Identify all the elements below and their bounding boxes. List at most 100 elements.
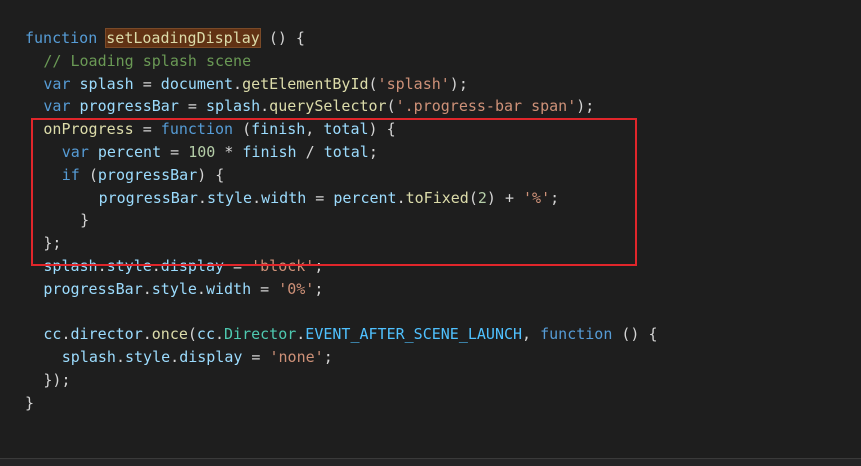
function-name: onProgress <box>43 120 134 139</box>
punctuation: () { <box>259 29 305 47</box>
code-line: // Loading splash scene <box>25 50 658 73</box>
punctuation: ); <box>576 97 595 116</box>
punctuation: . <box>197 188 207 207</box>
function-name-highlighted: setLoadingDisplay <box>105 28 261 48</box>
punctuation: . <box>260 97 270 116</box>
punctuation: } <box>80 211 90 230</box>
parameter: total <box>323 120 369 139</box>
operator: = <box>224 256 252 275</box>
identifier: splash <box>79 74 134 93</box>
punctuation: ; <box>368 142 378 161</box>
operator: = <box>133 74 161 93</box>
identifier: style <box>206 188 253 207</box>
code-line: var percent = 100 * finish / total; <box>25 141 658 164</box>
method-name: getElementById <box>242 74 369 93</box>
identifier: document <box>160 74 234 93</box>
punctuation: ( <box>233 120 252 139</box>
punctuation: ; <box>314 279 324 298</box>
punctuation: } <box>25 393 35 412</box>
identifier: display <box>160 256 225 275</box>
identifier: style <box>125 348 171 367</box>
string: 'none' <box>269 348 324 367</box>
keyword: function <box>540 325 613 344</box>
punctuation: ( <box>386 97 396 116</box>
constant: EVENT_AFTER_SCENE_LAUNCH <box>305 325 523 344</box>
operator: / <box>296 142 324 161</box>
punctuation: . <box>252 188 262 207</box>
punctuation: . <box>170 348 180 367</box>
punctuation: . <box>97 256 107 275</box>
code-line: if (progressBar) { <box>25 164 658 187</box>
identifier: splash <box>205 97 261 116</box>
punctuation: ( <box>468 188 478 207</box>
punctuation: ; <box>323 348 333 367</box>
code-line: progressBar.style.width = '0%'; <box>25 278 658 301</box>
operator: ) + <box>486 188 524 207</box>
identifier: progressBar <box>98 188 198 207</box>
identifier: splash <box>43 256 98 275</box>
identifier: director <box>70 325 143 344</box>
punctuation: ); <box>449 74 468 93</box>
code-line: cc.director.once(cc.Director.EVENT_AFTER… <box>25 323 658 346</box>
code-line: } <box>25 209 658 232</box>
string: '0%' <box>278 279 315 298</box>
identifier: cc <box>43 325 62 344</box>
bottom-panel-edge <box>0 459 861 466</box>
punctuation: ; <box>550 188 560 207</box>
comment: // Loading splash scene <box>43 51 252 70</box>
punctuation: . <box>233 74 243 93</box>
string: 'splash' <box>377 74 450 93</box>
identifier: percent <box>333 188 397 207</box>
punctuation: , <box>522 325 541 344</box>
code-line: } <box>25 392 658 415</box>
code-line: splash.style.display = 'block'; <box>25 255 658 278</box>
code-editor[interactable]: function setLoadingDisplay () { // Loadi… <box>0 0 861 466</box>
keyword: var <box>61 142 89 161</box>
code-line: }); <box>25 369 658 392</box>
identifier: finish <box>242 142 297 161</box>
code-block[interactable]: function setLoadingDisplay () { // Loadi… <box>25 27 658 415</box>
identifier: splash <box>61 348 116 367</box>
string: '.progress-bar span' <box>395 97 577 116</box>
punctuation: . <box>396 188 406 207</box>
identifier: display <box>179 348 243 367</box>
keyword: var <box>43 74 71 93</box>
keyword: function <box>25 29 98 47</box>
punctuation: ) { <box>197 165 225 184</box>
identifier: cc <box>196 325 215 344</box>
operator: = <box>251 279 279 298</box>
identifier: style <box>106 256 152 275</box>
identifier: progressBar <box>43 279 143 298</box>
punctuation: . <box>142 325 152 344</box>
punctuation: . <box>115 348 125 367</box>
punctuation: . <box>151 256 161 275</box>
punctuation: }); <box>43 370 71 389</box>
punctuation: . <box>296 325 306 344</box>
punctuation: ) { <box>368 120 396 139</box>
punctuation: () { <box>612 325 658 344</box>
parameter: finish <box>251 120 306 139</box>
identifier: total <box>323 142 369 161</box>
identifier: width <box>205 279 252 298</box>
punctuation: ; <box>314 256 324 275</box>
keyword: if <box>61 165 80 184</box>
punctuation: . <box>196 279 206 298</box>
operator: = <box>133 120 161 139</box>
punctuation: , <box>305 120 324 139</box>
identifier: width <box>261 188 307 207</box>
punctuation: . <box>214 325 225 344</box>
operator: * <box>215 142 243 161</box>
operator: = <box>178 97 206 116</box>
operator: = <box>161 142 189 161</box>
string: 'block' <box>251 256 315 275</box>
number: 2 <box>477 188 487 207</box>
punctuation: }; <box>43 234 62 253</box>
method-name: once <box>151 325 188 344</box>
keyword: function <box>160 120 234 139</box>
identifier: style <box>151 279 197 298</box>
code-line: var progressBar = splash.querySelector('… <box>25 95 658 118</box>
punctuation: ( <box>187 325 197 344</box>
identifier: progressBar <box>79 97 179 116</box>
number: 100 <box>188 142 216 161</box>
